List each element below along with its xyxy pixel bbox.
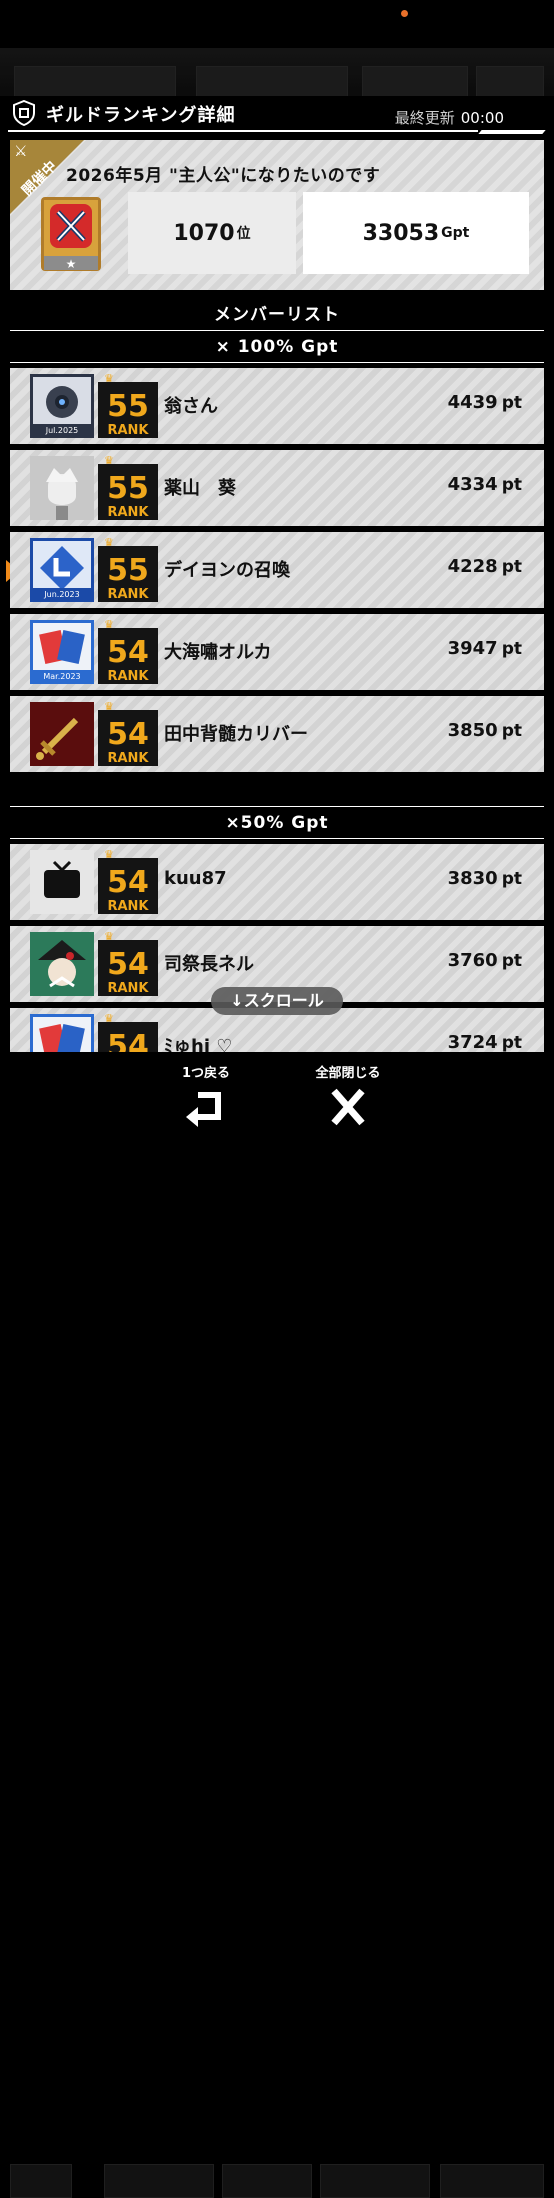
event-title: 2026年5月 "主人公"になりたいのです (66, 166, 381, 186)
svg-text:♛: ♛ (104, 372, 114, 385)
last-updated: 最終更新 00:00 (394, 109, 504, 127)
member-points: 4334 pt (447, 474, 522, 495)
svg-text:RANK: RANK (107, 981, 149, 996)
rank-badge-icon: ♛ 54 RANK (98, 930, 158, 996)
svg-text:Jul.2025: Jul.2025 (45, 426, 79, 435)
divider (10, 330, 544, 331)
svg-text:55: 55 (107, 389, 149, 424)
member-points: 4439 pt (447, 392, 522, 413)
svg-text:54: 54 (107, 635, 149, 670)
status-bar (0, 0, 554, 48)
system-nav-bar (0, 1160, 554, 1199)
scroll-hint[interactable]: ↓スクロール (211, 987, 343, 1015)
svg-text:54: 54 (107, 865, 149, 900)
multiplier-50-label: ×50% Gpt (225, 813, 329, 833)
crossed-swords-icon: ⚔ (14, 142, 28, 160)
member-list-title: メンバーリスト (214, 305, 340, 325)
member-points: 3830 pt (447, 868, 522, 889)
back-button[interactable]: 1つ戻る (146, 1062, 266, 1127)
close-all-label: 全部閉じる (315, 1066, 381, 1081)
rank-badge-icon: ♛ 55 RANK (98, 536, 158, 602)
member-points: 4228 pt (447, 556, 522, 577)
member-points: 3850 pt (447, 720, 522, 741)
avatar-sword-icon (30, 702, 94, 766)
svg-text:54: 54 (107, 947, 149, 982)
avatar-silhouette-icon (30, 456, 94, 520)
notification-dot (401, 10, 408, 17)
undo-arrow-icon (186, 1092, 221, 1127)
svg-text:♛: ♛ (104, 1012, 114, 1025)
svg-text:RANK: RANK (107, 505, 149, 520)
avatar-badge-icon: Jul.2025 (30, 374, 94, 438)
svg-text:RANK: RANK (107, 587, 149, 602)
member-points: 3760 pt (447, 950, 522, 971)
member-row[interactable]: Jul.2025 ♛ 55 RANK 翁さん 4439 pt (10, 368, 544, 444)
svg-text:♛: ♛ (104, 618, 114, 631)
svg-text:♛: ♛ (104, 700, 114, 713)
member-name: 翁さん (164, 396, 218, 417)
guild-emblem-icon: ★ (41, 197, 101, 271)
rank-badge-icon: ♛ 54 RANK (98, 700, 158, 766)
divider (10, 838, 544, 839)
guild-shield-icon (13, 100, 35, 126)
header-divider-accent (478, 130, 546, 134)
member-name: 薬山 葵 (164, 478, 236, 499)
member-name: kuu87 (164, 868, 227, 889)
member-points: 3724 pt (447, 1032, 522, 1053)
multiplier-100-label: × 100% Gpt (215, 337, 339, 357)
member-row[interactable]: ♛ 54 RANK kuu87 3830 pt (10, 844, 544, 920)
avatar-badge-icon: Mar.2023 (30, 620, 94, 684)
divider (10, 362, 544, 363)
rank-badge-icon: ♛ 55 RANK (98, 372, 158, 438)
svg-text:RANK: RANK (107, 751, 149, 766)
guild-gpt: 33053 Gpt (303, 192, 529, 274)
svg-text:♛: ♛ (104, 848, 114, 861)
back-label: 1つ戻る (181, 1066, 231, 1081)
svg-text:55: 55 (107, 471, 149, 506)
member-row[interactable]: ♛ 54 RANK 田中背髄カリバー 3850 pt (10, 696, 544, 772)
rank-badge-icon: ♛ 55 RANK (98, 454, 158, 520)
rank-badge-icon: ♛ 54 RANK (98, 618, 158, 684)
header-divider (8, 130, 478, 132)
avatar-badge-icon: Jun.2023 (30, 538, 94, 602)
svg-text:♛: ♛ (104, 536, 114, 549)
member-name: デイヨンの召喚 (164, 560, 290, 581)
svg-text:★: ★ (66, 257, 77, 271)
member-points: 3947 pt (447, 638, 522, 659)
svg-text:RANK: RANK (107, 899, 149, 914)
member-name: 田中背髄カリバー (164, 724, 308, 745)
member-row-self[interactable]: Jun.2023 ♛ 55 RANK デイヨンの召喚 4228 pt (10, 532, 544, 608)
svg-text:55: 55 (107, 553, 149, 588)
member-row[interactable]: Mar.2023 ♛ 54 RANK 大海嘯オルカ 3947 pt (10, 614, 544, 690)
avatar-character-icon (30, 932, 94, 996)
svg-text:♛: ♛ (104, 930, 114, 943)
page-title: ギルドランキング詳細 (46, 105, 236, 126)
guild-rank: 1070 位 (128, 192, 296, 274)
svg-text:RANK: RANK (107, 669, 149, 684)
divider (10, 806, 544, 807)
avatar-tv-icon (30, 850, 94, 914)
member-row[interactable]: ♛ 55 RANK 薬山 葵 4334 pt (10, 450, 544, 526)
close-all-button[interactable]: 全部閉じる (288, 1062, 408, 1127)
member-name: 司祭長ネル (164, 954, 254, 975)
svg-text:♛: ♛ (104, 454, 114, 467)
svg-text:RANK: RANK (107, 423, 149, 438)
member-name: 大海嘯オルカ (164, 642, 272, 663)
svg-text:Mar.2023: Mar.2023 (43, 672, 80, 681)
svg-text:Jun.2023: Jun.2023 (43, 590, 79, 599)
svg-text:54: 54 (107, 717, 149, 752)
close-icon (331, 1088, 365, 1126)
rank-badge-icon: ♛ 54 RANK (98, 848, 158, 914)
